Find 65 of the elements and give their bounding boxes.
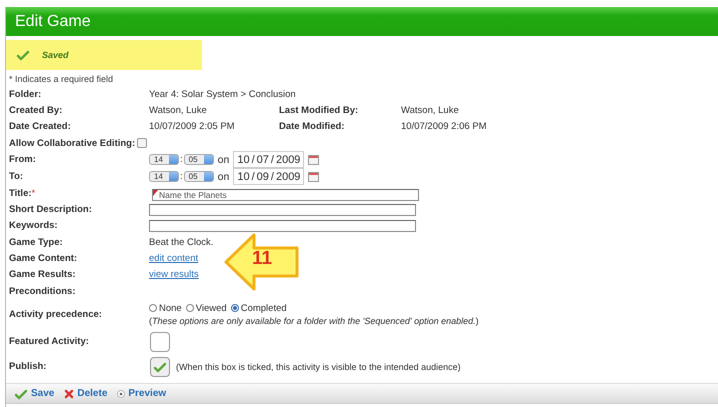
field-label: Game Content: [9, 253, 78, 264]
action-button[interactable]: Save [14, 388, 54, 400]
checkbox[interactable] [150, 332, 170, 352]
field-label: Keywords: [9, 220, 58, 232]
field-value: 10/07/2009 2:05 PM [149, 121, 236, 132]
field-label: Game Results: [9, 269, 76, 280]
text-field[interactable] [149, 220, 416, 232]
checkbox[interactable] [150, 356, 170, 377]
field-label: Featured Activity: [9, 336, 89, 348]
action-button[interactable]: Preview [117, 388, 166, 400]
minute-select[interactable]: 05 [184, 154, 214, 166]
link[interactable]: view results [149, 269, 199, 280]
field-value: Watson, Luke [149, 104, 208, 116]
on-label: on [218, 154, 230, 166]
hint-text: (When this box is ticked, this activity is visible to the intended audience) [176, 362, 461, 372]
field-value: Beat the Clock. [149, 236, 214, 248]
text-field[interactable]: Name the Planets [152, 189, 419, 202]
check-icon [14, 388, 28, 400]
field-value: 10/07/2009 2:06 PM [401, 121, 487, 132]
time-separator: : [180, 154, 183, 166]
minute-select[interactable]: 05 [184, 171, 214, 182]
required-note: * Indicates a required field [9, 74, 114, 84]
notice-text: Saved [42, 50, 69, 60]
field-label: Last Modified By: [279, 104, 360, 116]
action-button[interactable]: Delete [64, 388, 108, 400]
field-label: Date Created: [9, 121, 71, 132]
hour-select[interactable]: 14 [149, 171, 179, 182]
check-icon [16, 49, 30, 61]
dot-icon [117, 390, 126, 398]
required-mark: * [32, 188, 36, 199]
on-label: on [218, 170, 230, 183]
delete-icon [64, 388, 74, 399]
field-value: Year 4: Solar System > Conclusion [149, 88, 296, 100]
calendar-icon[interactable] [308, 154, 320, 166]
option-label: None [159, 302, 182, 314]
window-title: Edit Game [15, 12, 91, 30]
option-label: Completed [240, 302, 287, 314]
field-label: Folder: [9, 88, 42, 100]
date-field[interactable]: 10 / 07 / 2009 [233, 151, 304, 168]
field-label: Created By: [9, 104, 62, 116]
field-label: Preconditions: [9, 286, 76, 297]
time-separator: : [180, 171, 183, 182]
field-label: To: [9, 171, 24, 182]
radio-button[interactable] [230, 304, 239, 312]
link[interactable]: edit content [149, 253, 198, 264]
field-label: Activity precedence: [9, 308, 102, 320]
date-field[interactable]: 10 / 09 / 2009 [233, 168, 304, 186]
radio-button[interactable] [149, 304, 157, 312]
checkbox[interactable] [137, 138, 148, 148]
radio-button[interactable] [186, 304, 194, 312]
callout-number: 11 [252, 249, 272, 268]
text-field[interactable] [149, 204, 416, 216]
calendar-icon[interactable] [308, 171, 320, 182]
field-label: Title: [9, 188, 32, 199]
hint-text: (These options are only available for a folder with the 'Sequenced' option enabled.) [149, 316, 479, 326]
field-label: From: [9, 154, 36, 166]
field-label: Allow Collaborative Editing: [9, 138, 136, 149]
option-label: Viewed [196, 302, 227, 314]
field-value: Watson, Luke [401, 104, 459, 116]
hour-select[interactable]: 14 [149, 154, 179, 166]
field-label: Date Modified: [279, 121, 346, 132]
field-label: Short Description: [9, 204, 92, 216]
field-label: Publish: [9, 361, 46, 372]
check-icon [153, 360, 167, 373]
field-label: Game Type: [9, 236, 63, 248]
